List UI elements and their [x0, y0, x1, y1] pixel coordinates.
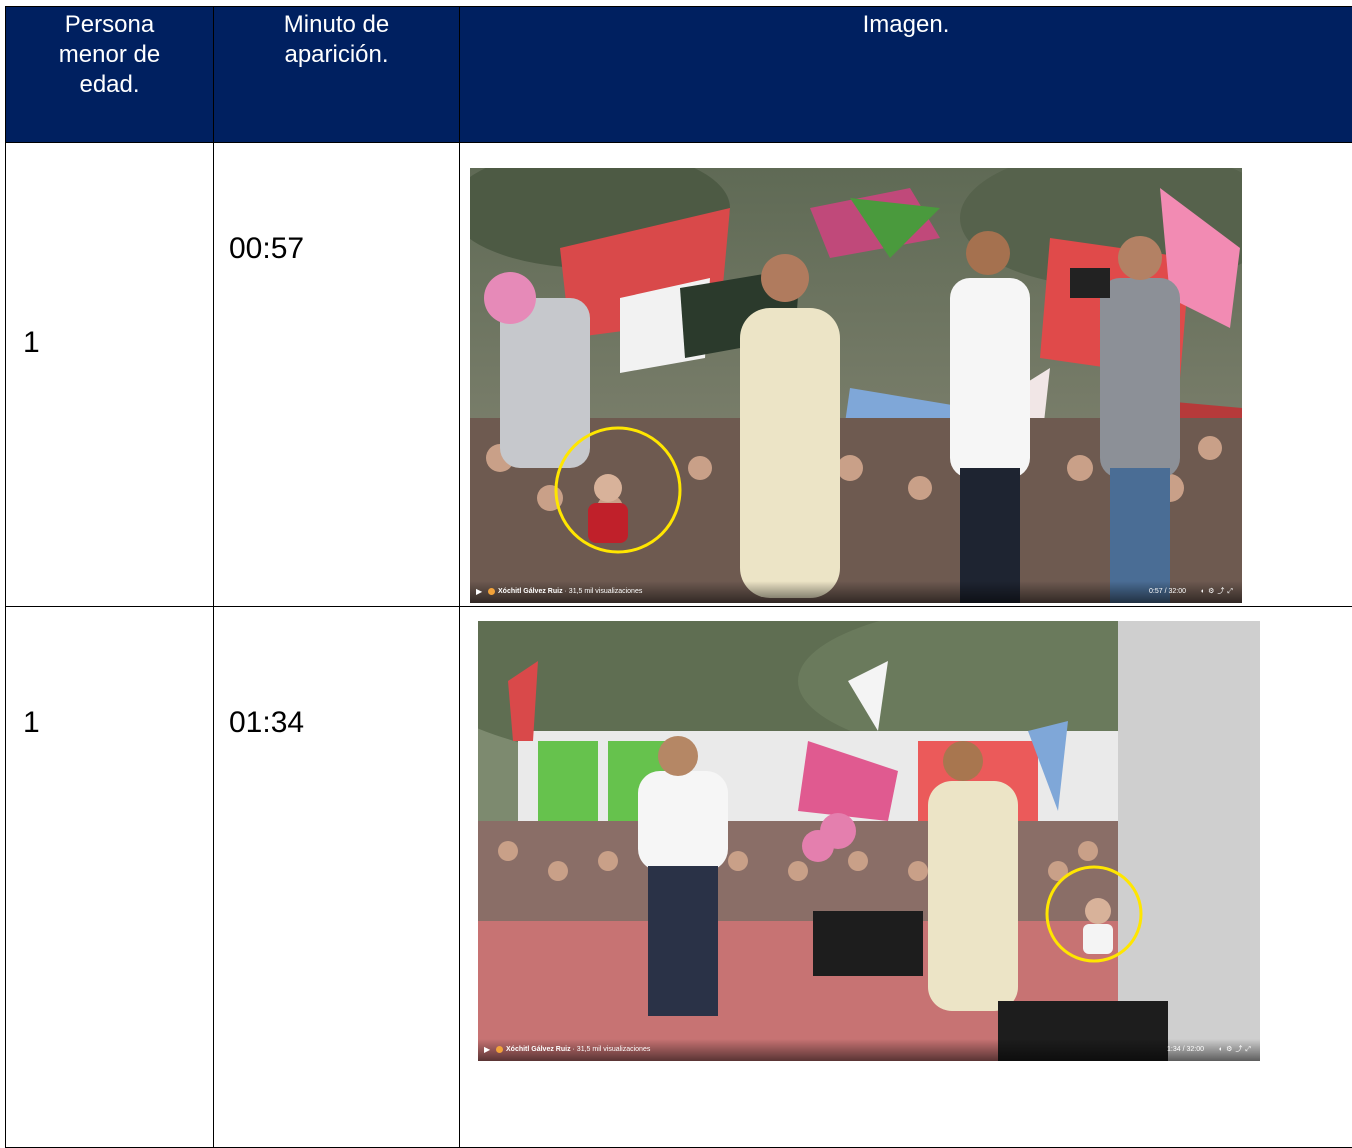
video-screenshot: ▶ Xóchitl Gálvez Ruiz · 31,5 mil visuali…: [470, 168, 1242, 603]
view-count: · 31,5 mil visualizaciones: [572, 1046, 651, 1053]
minor-count-cell: 1: [5, 606, 214, 1148]
video-screenshot: ▶ Xóchitl Gálvez Ruiz · 31,5 mil visuali…: [478, 621, 1260, 1061]
play-icon[interactable]: ▶: [476, 581, 482, 603]
image-cell: ▶ Xóchitl Gálvez Ruiz · 31,5 mil visuali…: [459, 606, 1352, 1148]
video-controls-icons[interactable]: ◐⚙⤴⤢: [1201, 581, 1236, 603]
table-row: 1 00:57 ▶ Xóchitl Gálvez Ruiz · 31,5 mil…: [5, 142, 1352, 607]
channel-name: Xóchitl Gálvez Ruiz: [498, 588, 563, 595]
channel-avatar: [496, 1045, 503, 1053]
table-row: 1 01:34 ▶ Xóchitl Gálvez Ruiz · 31,5 mil…: [5, 606, 1352, 1148]
rally-photo: [478, 621, 1260, 1061]
minors-table: Persona menor de edad. Minuto de aparici…: [5, 6, 1352, 1148]
image-cell: ▶ Xóchitl Gálvez Ruiz · 31,5 mil visuali…: [459, 142, 1352, 607]
channel-name: Xóchitl Gálvez Ruiz: [506, 1046, 571, 1053]
header-row: Persona menor de edad. Minuto de aparici…: [5, 6, 1352, 143]
minute-value: 01:34: [229, 706, 305, 739]
video-controls-icons[interactable]: ◐⚙⤴⤢: [1219, 1039, 1254, 1061]
video-time: 1:34 / 32:00: [1167, 1046, 1204, 1053]
minute-value: 00:57: [229, 232, 305, 265]
rally-photo: [470, 168, 1242, 603]
play-icon[interactable]: ▶: [484, 1039, 490, 1061]
minute-cell: 00:57: [213, 142, 460, 607]
minor-count: 1: [23, 706, 40, 739]
minor-count-cell: 1: [5, 142, 214, 607]
channel-avatar: [488, 587, 495, 595]
video-control-bar: ▶ Xóchitl Gálvez Ruiz · 31,5 mil visuali…: [470, 581, 1242, 603]
minor-count: 1: [23, 326, 40, 359]
video-time: 0:57 / 32:00: [1149, 588, 1186, 595]
header-minuto: Minuto de aparición.: [213, 6, 460, 143]
view-count: · 31,5 mil visualizaciones: [564, 588, 643, 595]
header-imagen: Imagen.: [459, 6, 1352, 143]
channel-info: Xóchitl Gálvez Ruiz · 31,5 mil visualiza…: [488, 581, 642, 603]
video-control-bar: ▶ Xóchitl Gálvez Ruiz · 31,5 mil visuali…: [478, 1039, 1260, 1061]
header-persona-menor: Persona menor de edad.: [5, 6, 214, 143]
minute-cell: 01:34: [213, 606, 460, 1148]
channel-info: Xóchitl Gálvez Ruiz · 31,5 mil visualiza…: [496, 1039, 650, 1061]
